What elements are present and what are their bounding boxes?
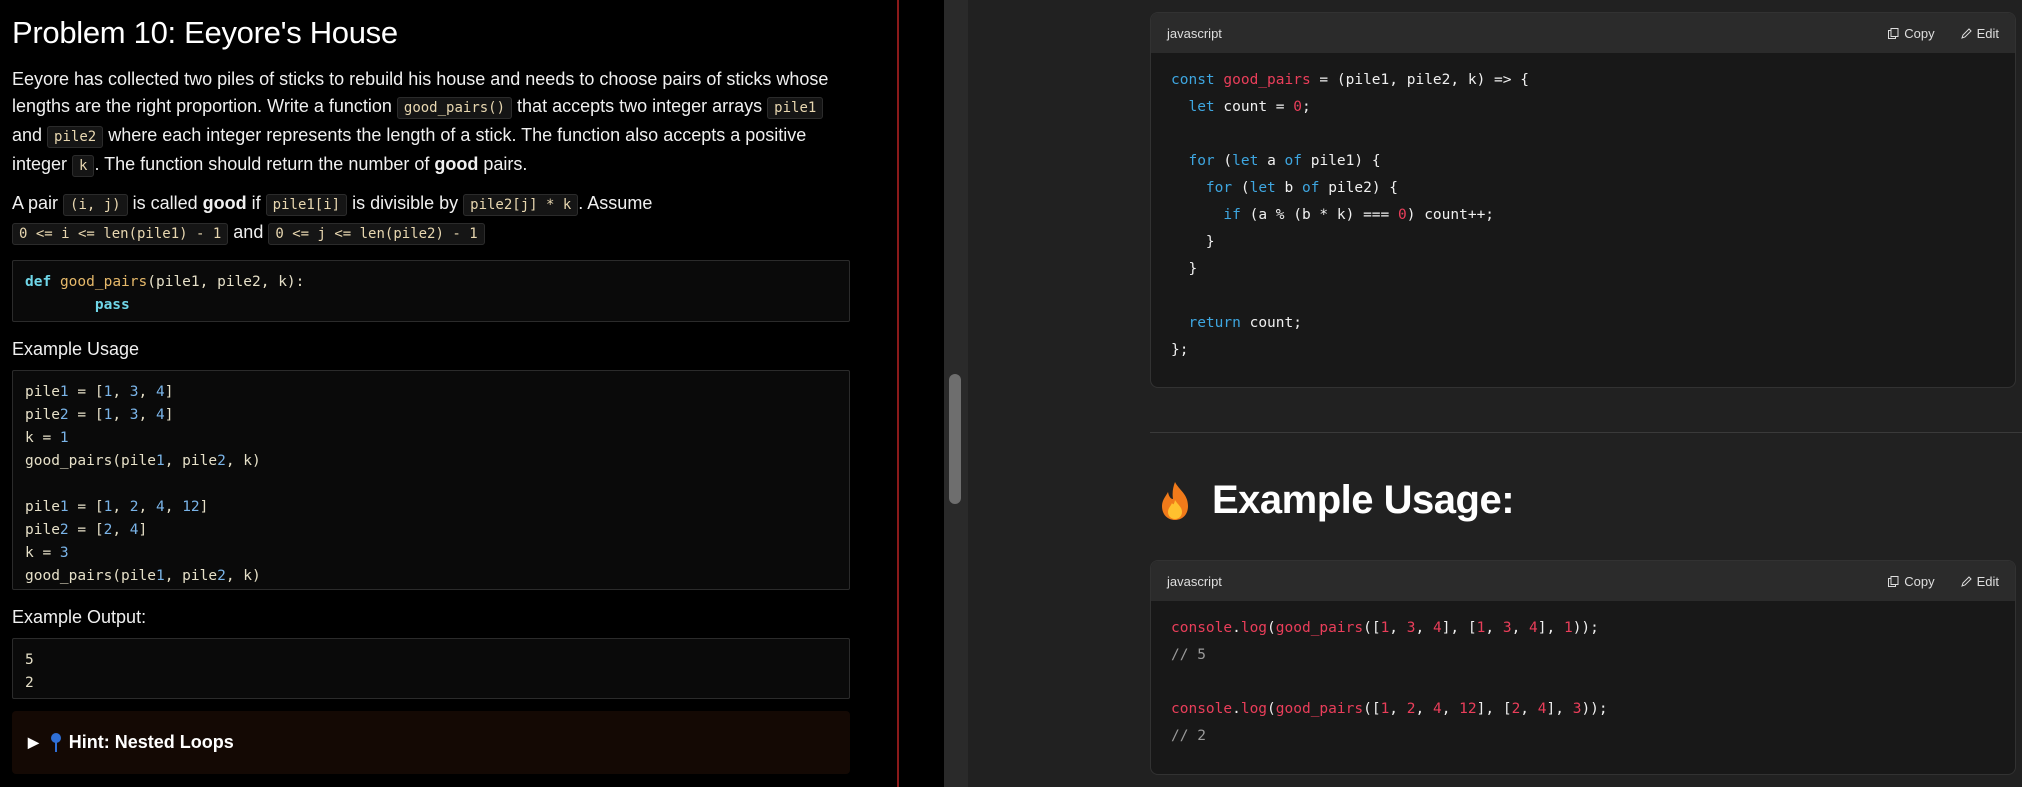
example-code[interactable]: console.log(good_pairs([1, 3, 4], [1, 3,… xyxy=(1151,601,2015,764)
code-line: if (a % (b * k) === 0) count++; xyxy=(1223,207,1495,223)
inline-code-pile2-j-k: pile2[j] * k xyxy=(463,194,579,216)
section-divider xyxy=(1150,432,2022,433)
solution-code[interactable]: const good_pairs = (pile1, pile2, k) => … xyxy=(1151,53,2015,378)
expand-triangle-icon: ▶ xyxy=(28,734,39,750)
edit-button[interactable]: Edit xyxy=(1960,573,1999,589)
copy-label: Copy xyxy=(1904,573,1935,589)
code-line: let count = 0; xyxy=(1188,99,1311,115)
pane-divider[interactable] xyxy=(897,0,899,787)
inline-code-pile1-i: pile1[i] xyxy=(265,194,348,216)
example-heading-text: Example Usage: xyxy=(1212,478,1515,522)
inline-code-pair: (i, j) xyxy=(63,194,128,216)
example-usage-block[interactable]: pile1 = [1, 3, 4] pile2 = [1, 3, 4] k = 1 g… xyxy=(12,370,850,590)
pushpin-icon xyxy=(49,732,63,754)
code-language-label: javascript xyxy=(1167,573,1222,589)
code-line: k = 1 xyxy=(25,430,69,446)
keyword-def: def xyxy=(25,274,52,290)
cond-text: is divisible by xyxy=(347,193,464,213)
copy-label: Copy xyxy=(1904,25,1935,41)
cond-bold: good xyxy=(202,193,247,213)
inline-code-good-pairs: good_pairs() xyxy=(396,97,513,119)
example-output-block[interactable]: 52 xyxy=(12,638,850,699)
desc-text: and xyxy=(12,125,48,145)
code-block-header: javascript Copy Edit xyxy=(1151,13,2015,53)
desc-bold: good xyxy=(434,154,479,174)
code-line: pile1 = [1, 3, 4] xyxy=(25,384,174,400)
copy-button[interactable]: Copy xyxy=(1888,573,1935,589)
hint-label: Hint: Nested Loops xyxy=(68,732,234,752)
code-language-label: javascript xyxy=(1167,25,1222,41)
example-code-block: javascript Copy Edit console.log(good_pa… xyxy=(1150,560,2016,775)
pencil-icon xyxy=(1960,27,1972,39)
copy-icon xyxy=(1888,27,1899,39)
code-line: }; xyxy=(1171,342,1189,358)
output-line: 2 xyxy=(25,675,34,691)
code-line: k = 3 xyxy=(25,545,69,561)
code-line: pile2 = [1, 3, 4] xyxy=(25,407,174,423)
hint-toggle[interactable]: ▶ Hint: Nested Loops xyxy=(12,711,850,774)
answer-pane: javascript Copy Edit const good_pairs = … xyxy=(968,0,2022,787)
code-line: good_pairs(pile1, pile2, k) xyxy=(25,568,261,584)
desc-text: . The function should return the number … xyxy=(94,154,435,174)
problem-title: Problem 10: Eeyore's House xyxy=(12,15,398,50)
code-line: // 5 xyxy=(1171,647,1206,663)
problem-description: Eeyore has collected two piles of sticks… xyxy=(12,66,850,180)
scrollbar-thumb[interactable] xyxy=(949,374,961,504)
cond-text: if xyxy=(246,193,266,213)
cond-text: A pair xyxy=(12,193,64,213)
function-params: (pile1, pile2, k): xyxy=(147,274,305,290)
function-name: good_pairs xyxy=(59,274,148,290)
desc-text: that accepts two integer arrays xyxy=(512,96,768,116)
inline-code-k: k xyxy=(72,155,95,177)
desc-text: pairs. xyxy=(478,154,528,174)
keyword-pass: pass xyxy=(94,297,130,313)
problem-condition: A pair (i, j) is called good if pile1[i]… xyxy=(12,190,850,248)
code-line: const good_pairs = (pile1, pile2, k) => … xyxy=(1171,72,1529,88)
inline-code-pile2: pile2 xyxy=(47,126,104,148)
edit-label: Edit xyxy=(1976,25,1999,41)
code-line: // 2 xyxy=(1171,728,1206,744)
fire-icon xyxy=(1162,481,1188,520)
code-line: for (let b of pile2) { xyxy=(1205,180,1399,196)
code-line: } xyxy=(1171,261,1198,277)
code-line: for (let a of pile1) { xyxy=(1188,153,1381,169)
code-line: good_pairs(pile1, pile2, k) xyxy=(25,453,261,469)
example-usage-heading: Example Usage: xyxy=(1158,478,1515,523)
solution-code-block: javascript Copy Edit const good_pairs = … xyxy=(1150,12,2016,388)
inline-code-i-range: 0 <= i <= len(pile1) - 1 xyxy=(12,223,229,245)
copy-button[interactable]: Copy xyxy=(1888,25,1935,41)
example-usage-label: Example Usage xyxy=(12,339,140,359)
copy-icon xyxy=(1888,575,1899,587)
cond-text: and xyxy=(228,222,269,242)
code-block-header: javascript Copy Edit xyxy=(1151,561,2015,601)
example-output-label: Example Output: xyxy=(12,607,147,627)
code-line: pile1 = [1, 2, 4, 12] xyxy=(25,499,209,515)
code-line: pile2 = [2, 4] xyxy=(25,522,148,538)
code-line: return count; xyxy=(1188,315,1302,331)
edit-label: Edit xyxy=(1976,573,1999,589)
inline-code-pile1: pile1 xyxy=(767,97,824,119)
code-line: } xyxy=(1171,234,1215,250)
code-line: console.log(good_pairs([1, 2, 4, 12], [2… xyxy=(1171,701,1608,717)
cond-text: is called xyxy=(127,193,203,213)
problem-pane: Problem 10: Eeyore's House Eeyore has co… xyxy=(0,0,898,787)
pencil-icon xyxy=(1960,575,1972,587)
output-line: 5 xyxy=(25,652,34,668)
code-line: console.log(good_pairs([1, 3, 4], [1, 3,… xyxy=(1171,620,1599,636)
cond-text: . Assume xyxy=(578,193,653,213)
edit-button[interactable]: Edit xyxy=(1960,25,1999,41)
function-signature-block[interactable]: def good_pairs(pile1, pile2, k): pass xyxy=(12,260,850,322)
inline-code-j-range: 0 <= j <= len(pile2) - 1 xyxy=(268,223,485,245)
